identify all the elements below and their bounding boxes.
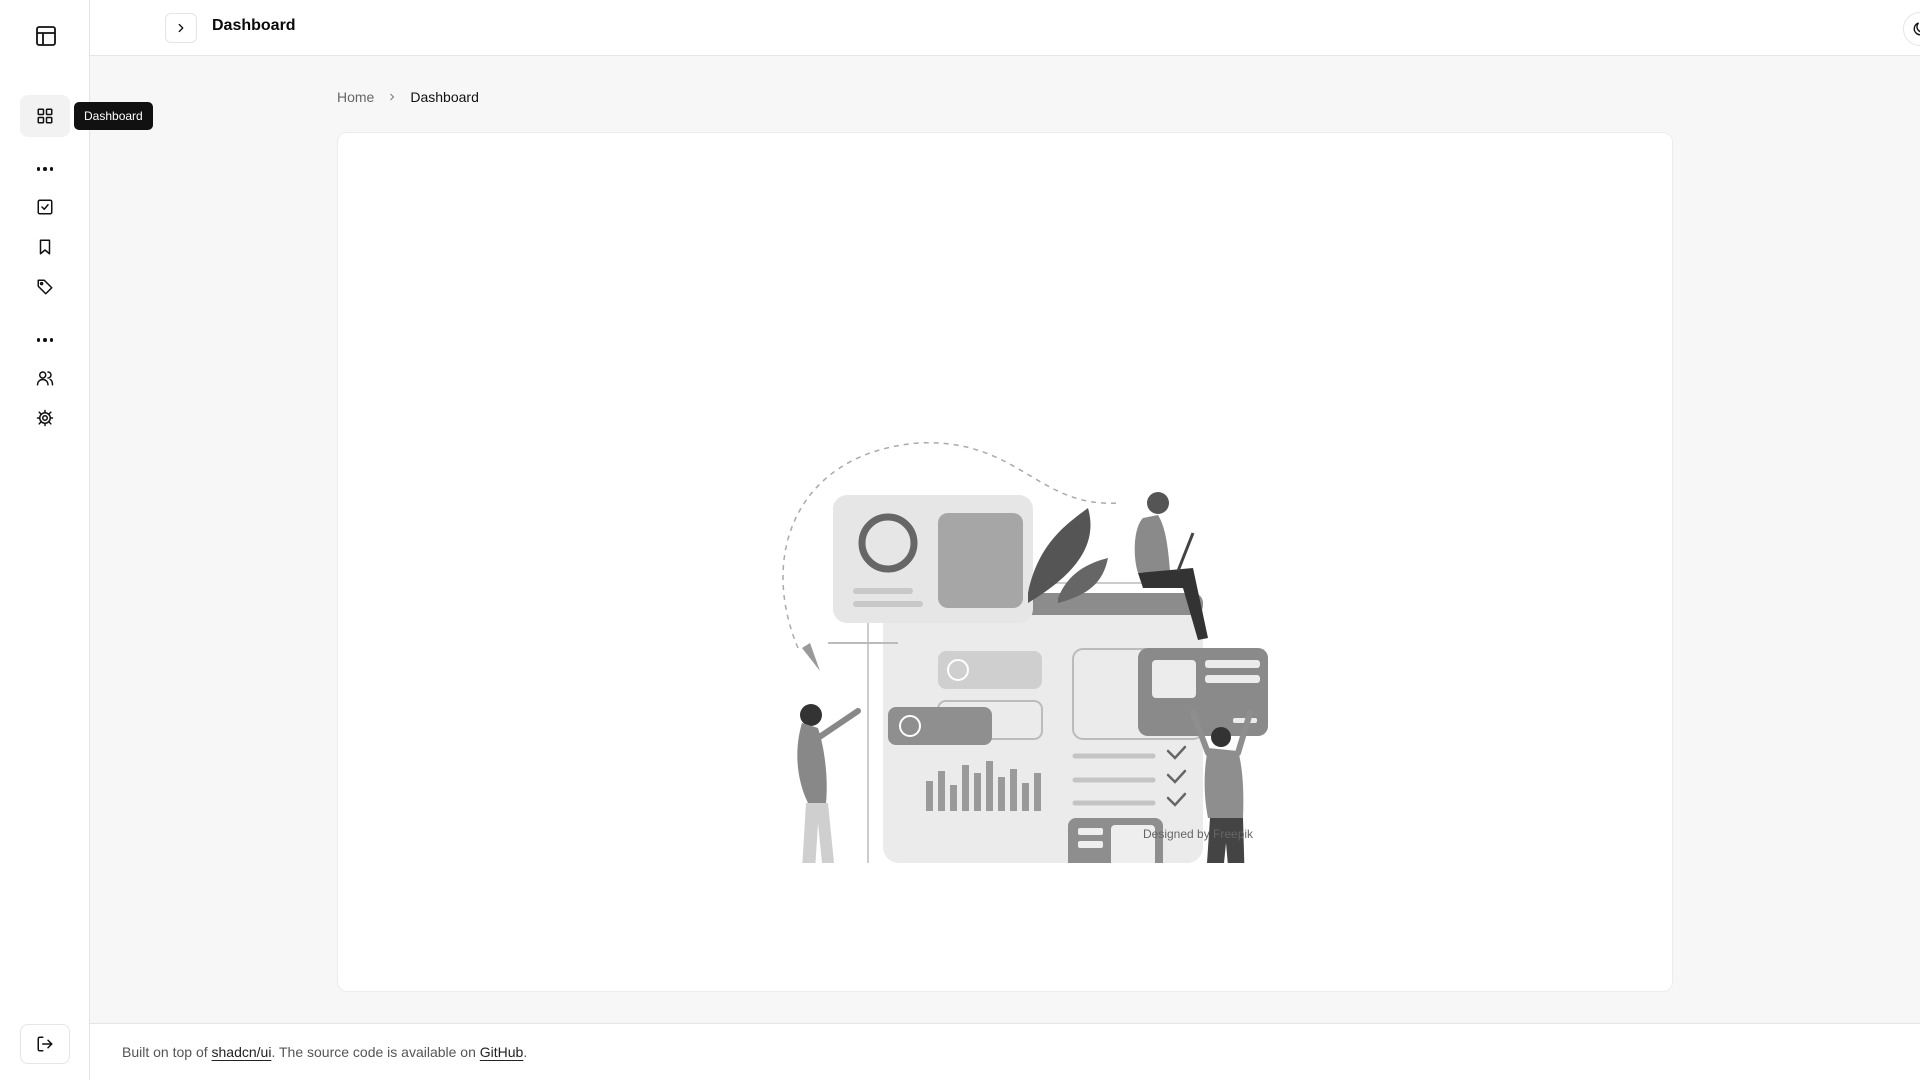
footer-middle: . The source code is available on <box>271 1044 480 1060</box>
dashboard-illustration <box>782 442 1268 863</box>
top-header: Dashboard JD <box>90 0 1920 56</box>
illustration-credit: Designed by Freepik <box>1143 827 1254 841</box>
sidebar-item-users[interactable] <box>20 357 70 399</box>
chevron-right-icon <box>390 93 395 101</box>
sidebar-tooltip: Dashboard <box>74 102 153 130</box>
sidebar-item-bookmarks[interactable] <box>20 226 70 268</box>
grid-icon <box>37 108 53 124</box>
sidebar-item-settings[interactable] <box>20 397 70 439</box>
more-dots-icon <box>20 159 70 179</box>
footer-prefix: Built on top of <box>122 1044 212 1060</box>
gear-icon <box>36 409 54 427</box>
footer-suffix: . <box>523 1044 528 1060</box>
more-dots-icon <box>20 330 70 350</box>
check-square-icon <box>37 199 53 215</box>
main-card: Designed by Freepik <box>337 132 1673 992</box>
github-link[interactable]: GitHub <box>480 1044 524 1060</box>
shadcn-link[interactable]: shadcn/ui <box>212 1044 272 1060</box>
breadcrumb: Home Dashboard <box>337 89 479 105</box>
tag-icon <box>37 279 53 295</box>
logout-icon <box>37 1036 53 1052</box>
sidebar: Dashboard <box>0 0 153 1080</box>
users-icon <box>36 371 54 386</box>
breadcrumb-home[interactable]: Home <box>337 89 374 105</box>
sidebar-item-tags[interactable] <box>20 266 70 308</box>
footer-text: Built on top of shadcn/ui. The source co… <box>122 1044 527 1060</box>
sidebar-item-tasks[interactable] <box>20 186 70 228</box>
bookmark-icon <box>39 239 51 255</box>
page-title: Dashboard <box>212 17 296 34</box>
chevron-right-icon <box>178 23 184 33</box>
sidebar-item-dashboard[interactable] <box>20 95 70 137</box>
logout-button[interactable] <box>20 1024 70 1064</box>
moon-icon <box>1913 22 1920 36</box>
footer: Built on top of shadcn/ui. The source co… <box>90 1023 1920 1080</box>
expand-sidebar-button[interactable] <box>165 13 197 43</box>
theme-toggle-button[interactable] <box>1903 12 1920 46</box>
breadcrumb-current: Dashboard <box>410 89 479 105</box>
layout-panel-icon[interactable] <box>30 20 62 52</box>
